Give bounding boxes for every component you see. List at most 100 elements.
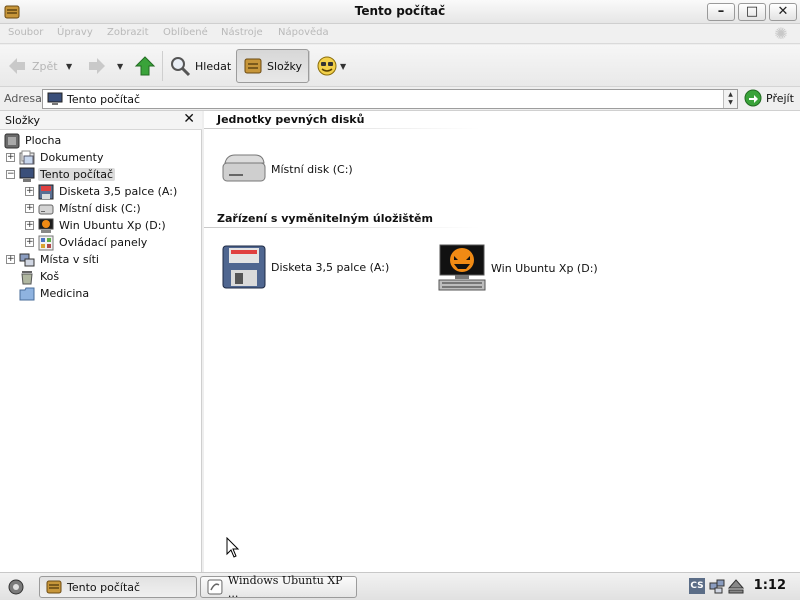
tree-item-control-panel[interactable]: + Ovládací panely: [25, 234, 149, 251]
item-label: Disketa 3,5 palce (A:): [271, 260, 390, 274]
minimize-button[interactable]: –: [707, 3, 735, 21]
folders-pane: Složky ✕ Plocha + Dokumenty − Tento počí…: [0, 111, 202, 572]
item-label: Win Ubuntu Xp (D:): [491, 261, 598, 275]
dropdown-arrow-icon: ▼: [66, 61, 73, 71]
toolbar-separator: [309, 51, 310, 81]
forward-history-dropdown[interactable]: ▼: [117, 49, 123, 83]
maximize-button[interactable]: □: [738, 3, 766, 21]
desktop-icon: [4, 133, 20, 148]
tree-item-network-places[interactable]: + Místa v síti: [6, 251, 101, 268]
menu-tools[interactable]: Nástroje: [221, 27, 263, 38]
forward-button[interactable]: [86, 49, 108, 83]
menu-view[interactable]: Zobrazit: [107, 27, 149, 38]
back-button[interactable]: Zpět: [6, 49, 58, 83]
tree-item-recycle-bin[interactable]: Koš: [19, 268, 61, 285]
menu-bar: Soubor Úpravy Zobrazit Oblíbené Nástroje…: [0, 24, 800, 44]
task-this-computer[interactable]: Tento počítač: [39, 576, 197, 598]
tree-label: Dokumenty: [40, 151, 104, 164]
installer-icon: [207, 579, 223, 595]
tree-label: Plocha: [25, 134, 62, 147]
task-label: Windows Ubuntu XP ...: [227, 574, 343, 600]
back-arrow-icon: [9, 58, 25, 74]
folders-pane-header: Složky ✕: [0, 111, 202, 130]
search-button[interactable]: Hledat: [169, 49, 231, 83]
tree-label: Win Ubuntu Xp (D:): [59, 219, 166, 232]
folders-toggle-button[interactable]: Složky: [236, 49, 310, 83]
expand-icon[interactable]: +: [6, 255, 15, 264]
tree-label: Medicina: [40, 287, 90, 300]
keyboard-layout-indicator[interactable]: CS: [689, 578, 705, 594]
toolbar-separator: [162, 51, 163, 81]
expand-icon[interactable]: +: [25, 238, 34, 247]
network-tray-icon[interactable]: [709, 578, 725, 594]
collapse-icon[interactable]: −: [6, 170, 15, 179]
go-label: Přejít: [766, 91, 794, 105]
go-button[interactable]: Přejít: [744, 89, 794, 107]
tree-label: Disketa 3,5 palce (A:): [59, 185, 178, 198]
mouse-cursor-icon: [226, 537, 240, 558]
clock: 1:12: [753, 578, 786, 593]
item-floppy-a[interactable]: Disketa 3,5 palce (A:): [221, 244, 389, 290]
item-win-ubuntu-d[interactable]: Win Ubuntu Xp (D:): [437, 244, 598, 292]
tree-item-this-computer[interactable]: − Tento počítač: [6, 166, 116, 183]
item-label: Místní disk (C:): [271, 162, 353, 176]
item-local-disk-c[interactable]: Místní disk (C:): [221, 149, 353, 189]
floppy-icon: [222, 245, 266, 289]
address-value: Tento počítač: [67, 92, 141, 106]
menu-favorites[interactable]: Oblíbené: [163, 27, 208, 38]
recycle-bin-icon: [21, 270, 33, 284]
task-label: Tento počítač: [67, 580, 141, 594]
expand-icon[interactable]: +: [25, 221, 34, 230]
menu-help[interactable]: Nápověda: [278, 27, 329, 38]
folder-app-icon: [46, 580, 62, 594]
computer-icon: [19, 167, 35, 182]
forward-arrow-icon: [89, 58, 105, 74]
expand-icon[interactable]: +: [6, 153, 15, 162]
tree-label: Koš: [40, 270, 60, 283]
expand-icon[interactable]: +: [25, 204, 34, 213]
dropdown-arrow-icon: ▼: [117, 61, 124, 71]
task-windows-ubuntu-xp[interactable]: Windows Ubuntu XP ...: [200, 574, 357, 600]
tree-item-local-disk[interactable]: + Místní disk (C:): [25, 200, 143, 217]
group-divider: [204, 128, 480, 129]
tree-item-floppy[interactable]: + Disketa 3,5 palce (A:): [25, 183, 179, 200]
tree-item-win-ubuntu-drive[interactable]: + Win Ubuntu Xp (D:): [25, 217, 168, 234]
tree-label: Místní disk (C:): [59, 202, 141, 215]
tree-label: Ovládací panely: [59, 236, 148, 249]
close-window-button[interactable]: ✕: [769, 3, 797, 21]
address-input[interactable]: Tento počítač ▲ ▼: [42, 89, 738, 109]
eject-icon[interactable]: [728, 578, 744, 594]
folder-icon: [19, 287, 35, 300]
menu-file[interactable]: Soubor: [8, 27, 43, 38]
start-menu-icon[interactable]: [6, 577, 26, 597]
title-bar: Tento počítač – □ ✕: [0, 0, 800, 24]
back-label: Zpět: [32, 59, 58, 73]
expand-icon[interactable]: +: [25, 187, 34, 196]
address-label: Adresa: [4, 92, 42, 105]
hard-disk-icon: [222, 154, 266, 182]
toolbar: Zpět ▼ ▼ Hledat Složky ▼: [0, 45, 800, 87]
view-mode-button[interactable]: ▼: [316, 49, 346, 83]
up-button[interactable]: [134, 49, 156, 83]
search-icon: [171, 57, 191, 77]
group-divider: [204, 227, 480, 228]
tree-item-desktop[interactable]: Plocha: [4, 132, 63, 149]
content-pane: Jednotky pevných disků Místní disk (C:) …: [204, 111, 800, 572]
menu-edit[interactable]: Úpravy: [57, 27, 93, 38]
folders-icon: [244, 58, 262, 74]
documents-folder-icon: [19, 150, 35, 164]
pumpkin-computer-icon: [438, 244, 486, 291]
go-arrow-icon: [744, 89, 762, 107]
tree-label: Místa v síti: [40, 253, 99, 266]
computer-icon: [47, 92, 63, 105]
network-icon: [19, 253, 35, 266]
control-panel-icon: [38, 235, 54, 250]
close-pane-icon[interactable]: ✕: [183, 111, 195, 127]
tree-item-documents[interactable]: + Dokumenty: [6, 149, 105, 166]
address-bar: Adresa Tento počítač ▲ ▼ Přejít: [0, 87, 800, 111]
folders-label: Složky: [267, 59, 303, 73]
floppy-icon: [38, 184, 54, 199]
back-history-dropdown[interactable]: ▼: [66, 49, 72, 83]
tree-item-medicina[interactable]: Medicina: [19, 285, 91, 302]
address-dropdown-button[interactable]: ▲ ▼: [723, 90, 737, 108]
